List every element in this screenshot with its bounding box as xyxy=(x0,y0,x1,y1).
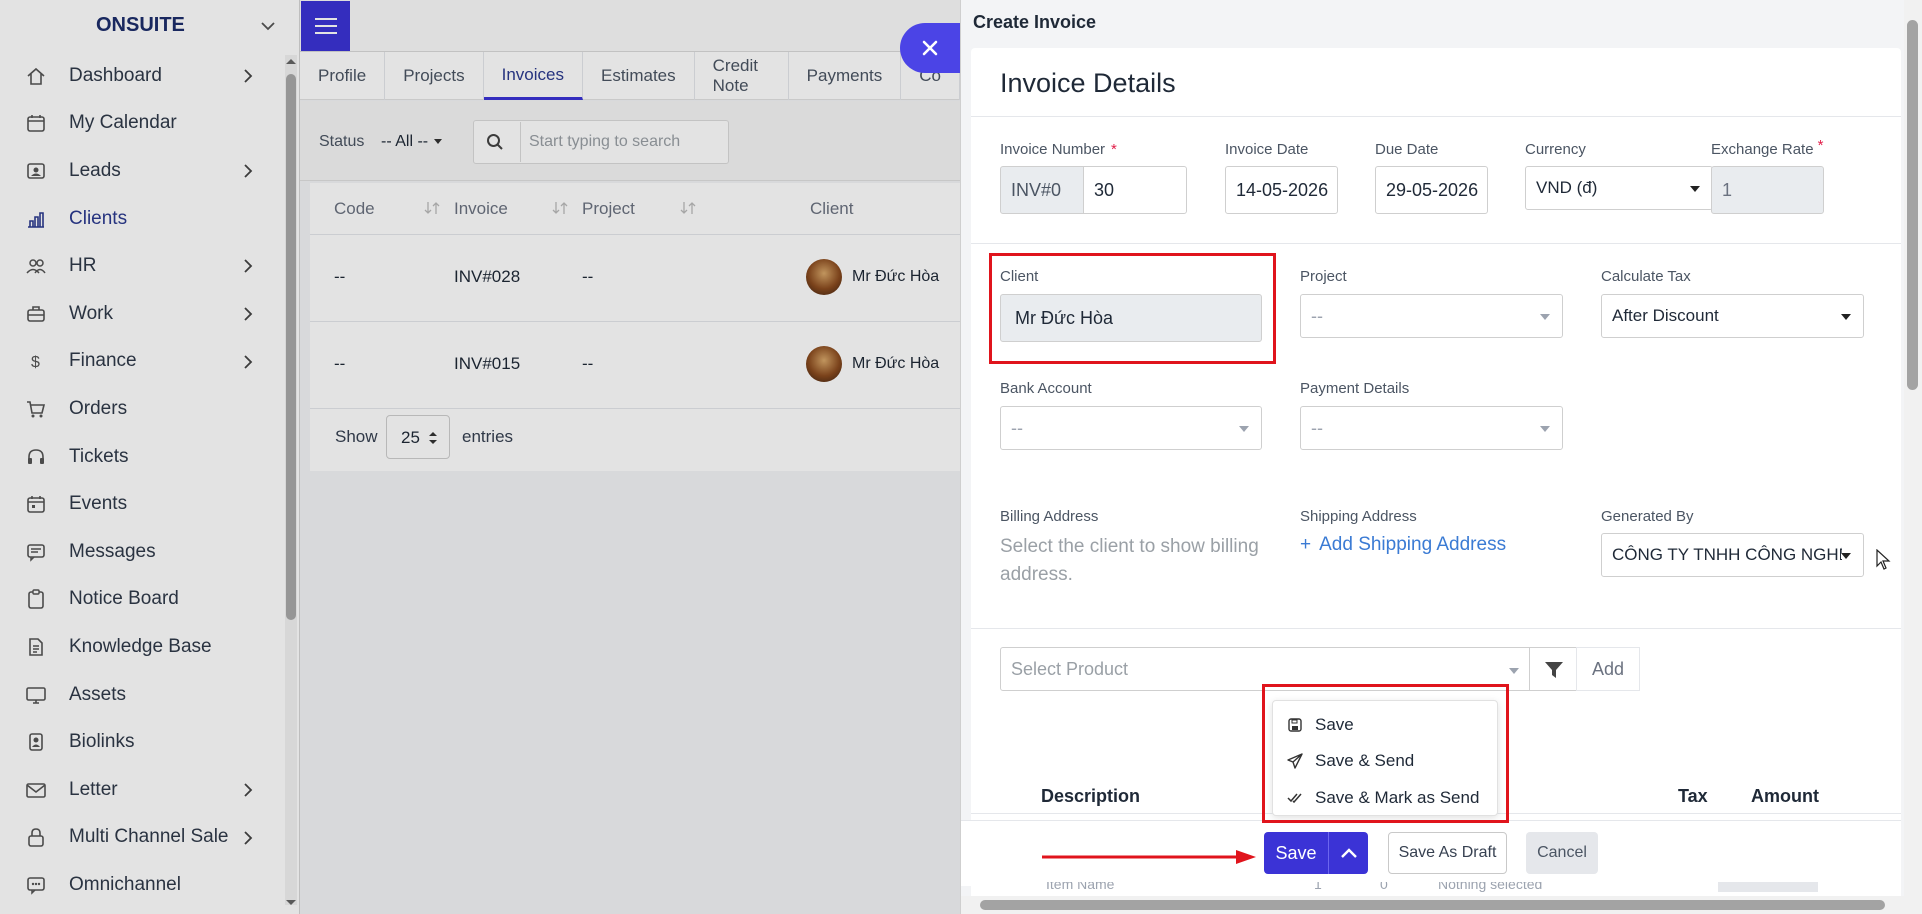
payment-details-label: Payment Details xyxy=(1300,380,1410,397)
close-icon xyxy=(922,40,938,56)
exchange-rate-value: 1 xyxy=(1722,180,1733,200)
plus-icon: + xyxy=(1300,534,1312,555)
column-header-tax: Tax xyxy=(1678,786,1708,806)
project-label: Project xyxy=(1300,268,1347,285)
caret-down-icon xyxy=(1841,314,1851,320)
caret-down-icon xyxy=(1540,314,1550,320)
item-tax-select[interactable]: Nothing selected xyxy=(1438,882,1542,892)
select-product-placeholder: Select Product xyxy=(1011,659,1129,679)
save-options-toggle[interactable] xyxy=(1328,832,1368,874)
item-name-field[interactable]: Item Name xyxy=(1046,882,1114,892)
payment-details-select[interactable]: -- xyxy=(1300,406,1563,450)
horizontal-scrollbar-thumb[interactable] xyxy=(980,900,1885,910)
panel-scrollbar-thumb[interactable] xyxy=(1907,20,1918,390)
exchange-rate-label: Exchange Rate * xyxy=(1711,137,1823,158)
invoice-number-label-text: Invoice Number xyxy=(1000,141,1106,158)
exchange-rate-label-text: Exchange Rate xyxy=(1711,141,1814,158)
caret-down-icon xyxy=(1690,186,1700,192)
invoice-prefix-text: INV#0 xyxy=(1011,180,1062,200)
caret-down-icon xyxy=(1841,553,1851,559)
item-amount-field xyxy=(1718,882,1818,892)
section-title: Invoice Details xyxy=(1000,68,1176,98)
due-date-label: Due Date xyxy=(1375,141,1439,158)
highlight-save-menu-box xyxy=(1262,684,1509,823)
currency-value: VND (đ) xyxy=(1536,178,1598,197)
invoice-number-label: Invoice Number * xyxy=(1000,141,1117,158)
add-shipping-address-link[interactable]: + Add Shipping Address xyxy=(1300,534,1506,556)
required-marker: * xyxy=(1111,141,1117,158)
invoice-number-input[interactable]: 30 xyxy=(1083,166,1187,214)
column-header-amount: Amount xyxy=(1751,786,1819,806)
save-as-draft-button[interactable]: Save As Draft xyxy=(1388,832,1507,874)
exchange-rate-input[interactable]: 1 xyxy=(1711,166,1824,214)
payment-details-value: -- xyxy=(1311,418,1323,438)
billing-address-hint: Select the client to show billing addres… xyxy=(1000,536,1259,585)
invoice-date-label: Invoice Date xyxy=(1225,141,1309,158)
cancel-button[interactable]: Cancel xyxy=(1526,832,1598,874)
invoice-prefix: INV#0 xyxy=(1000,166,1084,214)
due-date-input[interactable]: 29-05-2026 xyxy=(1375,166,1488,214)
due-date-value: 29-05-2026 xyxy=(1386,180,1479,200)
modal-backdrop[interactable] xyxy=(0,0,960,914)
bank-account-label: Bank Account xyxy=(1000,380,1092,397)
generated-by-label: Generated By xyxy=(1601,508,1694,525)
chevron-up-icon xyxy=(1340,848,1357,858)
divider xyxy=(971,116,1901,117)
invoice-date-input[interactable]: 14-05-2026 xyxy=(1225,166,1338,214)
calculate-tax-label: Calculate Tax xyxy=(1601,268,1691,285)
currency-select[interactable]: VND (đ) xyxy=(1525,166,1713,210)
save-button[interactable]: Save xyxy=(1264,832,1328,874)
close-panel-button[interactable] xyxy=(900,23,960,73)
currency-label: Currency xyxy=(1525,141,1586,158)
caret-down-icon xyxy=(1509,668,1519,674)
add-product-button[interactable]: Add xyxy=(1576,647,1640,691)
billing-address-label: Billing Address xyxy=(1000,508,1099,525)
calculate-tax-value: After Discount xyxy=(1612,306,1719,325)
invoice-number-value: 30 xyxy=(1094,180,1115,200)
caret-down-icon xyxy=(1540,426,1550,432)
generated-by-value: CÔNG TY TNHH CÔNG NGHỆ xyxy=(1612,545,1842,564)
filter-icon xyxy=(1545,662,1563,678)
project-select[interactable]: -- xyxy=(1300,294,1563,338)
invoice-date-value: 14-05-2026 xyxy=(1236,180,1329,200)
column-header-description: Description xyxy=(1041,786,1141,806)
item-quantity[interactable]: 1 xyxy=(1314,882,1322,892)
item-zero: 0 xyxy=(1380,882,1388,892)
item-row-partial: Item Name 1 0 Nothing selected xyxy=(1030,882,1830,892)
required-marker: * xyxy=(1817,137,1824,154)
caret-down-icon xyxy=(1239,426,1249,432)
divider xyxy=(971,243,1901,244)
divider xyxy=(971,628,1901,629)
annotation-arrow-icon xyxy=(1042,850,1256,864)
calculate-tax-select[interactable]: After Discount xyxy=(1601,294,1864,338)
project-value: -- xyxy=(1311,306,1323,326)
mouse-cursor-icon xyxy=(1876,549,1891,570)
panel-title: Create Invoice xyxy=(973,12,1097,32)
bank-account-value: -- xyxy=(1011,418,1023,438)
product-filter-button[interactable] xyxy=(1529,647,1577,691)
generated-by-select[interactable]: CÔNG TY TNHH CÔNG NGHỆ xyxy=(1601,533,1864,577)
highlight-client-box xyxy=(989,253,1276,364)
add-shipping-address-text: Add Shipping Address xyxy=(1319,534,1507,555)
shipping-address-label: Shipping Address xyxy=(1300,508,1417,525)
bank-account-select[interactable]: -- xyxy=(1000,406,1262,450)
